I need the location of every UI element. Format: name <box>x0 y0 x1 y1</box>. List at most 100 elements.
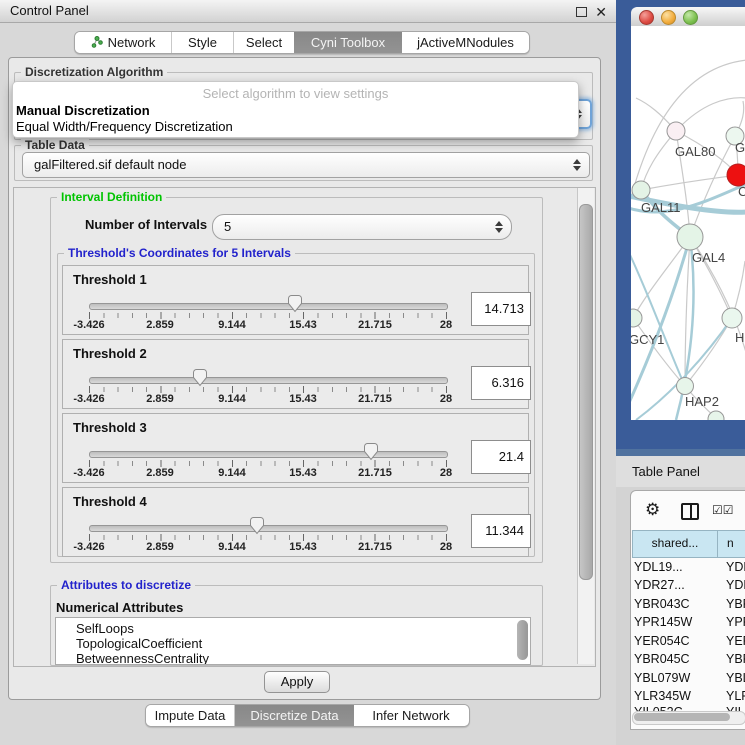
dropdown-placeholder-item[interactable]: Select algorithm to view settings <box>13 86 578 101</box>
slider-major-ticks <box>89 312 447 319</box>
threshold-4-value-field[interactable]: 11.344 <box>471 514 531 548</box>
screen: Control Panel ✕ Network Style Select <box>0 0 745 745</box>
threshold-1-panel: Threshold 1 -3.426 2.859 9.144 15.43 21.… <box>62 265 529 335</box>
threshold-4-label: Threshold 4 <box>73 494 147 509</box>
tick-label: 21.715 <box>345 467 405 479</box>
threshold-3-slider-track[interactable] <box>89 451 448 458</box>
threshold-3-panel: Threshold 3 -3.426 2.859 9.144 15.43 21.… <box>62 413 529 483</box>
split-columns-icon[interactable] <box>681 503 699 520</box>
threshold-1-slider-track[interactable] <box>89 303 448 310</box>
number-of-intervals-combobox[interactable]: 5 <box>212 214 512 240</box>
gear-icon[interactable]: ⚙ <box>645 500 660 520</box>
table-cell[interactable]: YBR043C <box>634 595 690 614</box>
number-of-intervals-value: 5 <box>224 215 231 239</box>
network-graph: GAL80 GA C GAL11 GAL4 GCY1 H HAP2 <box>631 26 745 420</box>
table-cell[interactable]: YBR045C <box>634 650 690 669</box>
tab-select[interactable]: Select <box>234 32 294 53</box>
zoom-traffic-light-icon[interactable] <box>683 10 698 25</box>
tick-label: 15.43 <box>273 319 333 331</box>
table-cell[interactable]: YDR27... <box>634 576 685 595</box>
table-cell[interactable]: YPR1 <box>726 613 745 632</box>
control-panel-window: Control Panel ✕ Network Style Select <box>0 0 617 745</box>
table-cell[interactable]: YDL19... <box>634 558 683 577</box>
table-hscrollbar-thumb[interactable] <box>634 713 730 721</box>
threshold-1-slider-thumb[interactable] <box>287 294 303 313</box>
table-cell[interactable]: YPR145W <box>634 613 692 632</box>
table-cell[interactable]: YER0 <box>726 632 745 651</box>
threshold-1-label: Threshold 1 <box>73 272 147 287</box>
tick-label: 9.144 <box>202 467 262 479</box>
tab-jactivemnodules[interactable]: jActiveMNodules <box>402 32 529 53</box>
select-columns-icon[interactable]: ☑☑ <box>712 503 734 517</box>
tick-label: 28 <box>416 467 476 479</box>
threshold-2-slider-thumb[interactable] <box>192 368 208 387</box>
threshold-2-value-field[interactable]: 6.316 <box>471 366 531 400</box>
tick-label: 21.715 <box>345 393 405 405</box>
threshold-3-slider-thumb[interactable] <box>363 442 379 461</box>
control-panel-titlebar: Control Panel ✕ <box>0 0 616 23</box>
threshold-4-slider-track[interactable] <box>89 525 448 532</box>
tick-label: 2.859 <box>130 467 190 479</box>
tick-label: 28 <box>416 541 476 553</box>
tick-label: 28 <box>416 393 476 405</box>
close-icon[interactable]: ✕ <box>595 1 607 23</box>
tab-style[interactable]: Style <box>172 32 234 53</box>
table-cell[interactable]: YBR0 <box>726 595 745 614</box>
threshold-3-value-field[interactable]: 21.4 <box>471 440 531 474</box>
apply-button[interactable]: Apply <box>264 671 330 693</box>
minimize-traffic-light-icon[interactable] <box>661 10 676 25</box>
network-window-titlebar[interactable] <box>631 7 745 27</box>
discretization-algorithm-title: Discretization Algorithm <box>21 65 167 79</box>
table-cell[interactable]: YDR2 <box>726 576 745 595</box>
tab-discretize-data[interactable]: Discretize Data <box>235 705 354 726</box>
table-data-combobox[interactable]: galFiltered.sif default node <box>22 152 590 178</box>
network-canvas[interactable]: GAL80 GA C GAL11 GAL4 GCY1 H HAP2 <box>631 26 745 420</box>
node-label: GCY1 <box>631 332 664 347</box>
slider-major-ticks <box>89 386 447 393</box>
column-header-shared-name[interactable]: shared... <box>632 530 718 558</box>
slider-major-ticks <box>89 460 447 467</box>
numerical-attributes-list[interactable]: SelfLoops TopologicalCoefficient Between… <box>55 617 531 665</box>
tick-label: 2.859 <box>130 541 190 553</box>
node-gcy1 <box>631 309 642 327</box>
table-data-value: galFiltered.sif default node <box>34 153 186 177</box>
number-of-intervals-label: Number of Intervals <box>85 217 207 232</box>
tab-infer-network[interactable]: Infer Network <box>354 705 468 726</box>
list-item[interactable]: BetweennessCentrality <box>76 651 209 665</box>
spinner-icon <box>572 159 580 171</box>
dropdown-item-equal-width-frequency[interactable]: Equal Width/Frequency Discretization <box>16 119 233 134</box>
dropdown-item-manual-discretization[interactable]: Manual Discretization <box>16 103 150 118</box>
threshold-4-slider-thumb[interactable] <box>249 516 265 535</box>
tick-label: 15.43 <box>273 393 333 405</box>
float-window-icon[interactable] <box>576 7 587 17</box>
tick-label: 9.144 <box>202 541 262 553</box>
tab-network[interactable]: Network <box>75 32 172 53</box>
threshold-1-value-field[interactable]: 14.713 <box>471 292 531 326</box>
network-frame-border-bottom <box>616 449 745 456</box>
tab-impute-data[interactable]: Impute Data <box>146 705 235 726</box>
close-traffic-light-icon[interactable] <box>639 10 654 25</box>
table-cell[interactable]: YDL1 <box>726 558 745 577</box>
interval-definition-title: Interval Definition <box>57 190 166 204</box>
tick-label: 21.715 <box>345 319 405 331</box>
tick-label: -3.426 <box>59 319 119 331</box>
tab-cyni-toolbox[interactable]: Cyni Toolbox <box>294 32 402 53</box>
threshold-3-label: Threshold 3 <box>73 420 147 435</box>
threshold-2-panel: Threshold 2 -3.426 2.859 9.144 15.43 21.… <box>62 339 529 409</box>
table-panel-title: Table Panel <box>632 456 700 487</box>
table-cell[interactable]: YER054C <box>634 632 690 651</box>
list-scrollbar-thumb[interactable] <box>517 620 528 660</box>
table-cell[interactable]: YBL079W <box>634 669 690 688</box>
tab-network-label: Network <box>108 35 156 50</box>
table-cell[interactable]: YBL0 <box>726 669 745 688</box>
viewport-scrollbar-thumb[interactable] <box>579 204 593 580</box>
table-cell[interactable]: YBR0 <box>726 650 745 669</box>
tick-label: 15.43 <box>273 467 333 479</box>
column-header-name[interactable]: n <box>717 530 745 558</box>
node-label: C <box>738 184 745 199</box>
threshold-2-slider-track[interactable] <box>89 377 448 384</box>
list-item[interactable]: SelfLoops <box>76 621 134 636</box>
node-label: GAL11 <box>641 200 681 215</box>
list-item[interactable]: TopologicalCoefficient <box>76 636 202 651</box>
control-panel-title: Control Panel <box>10 0 89 22</box>
